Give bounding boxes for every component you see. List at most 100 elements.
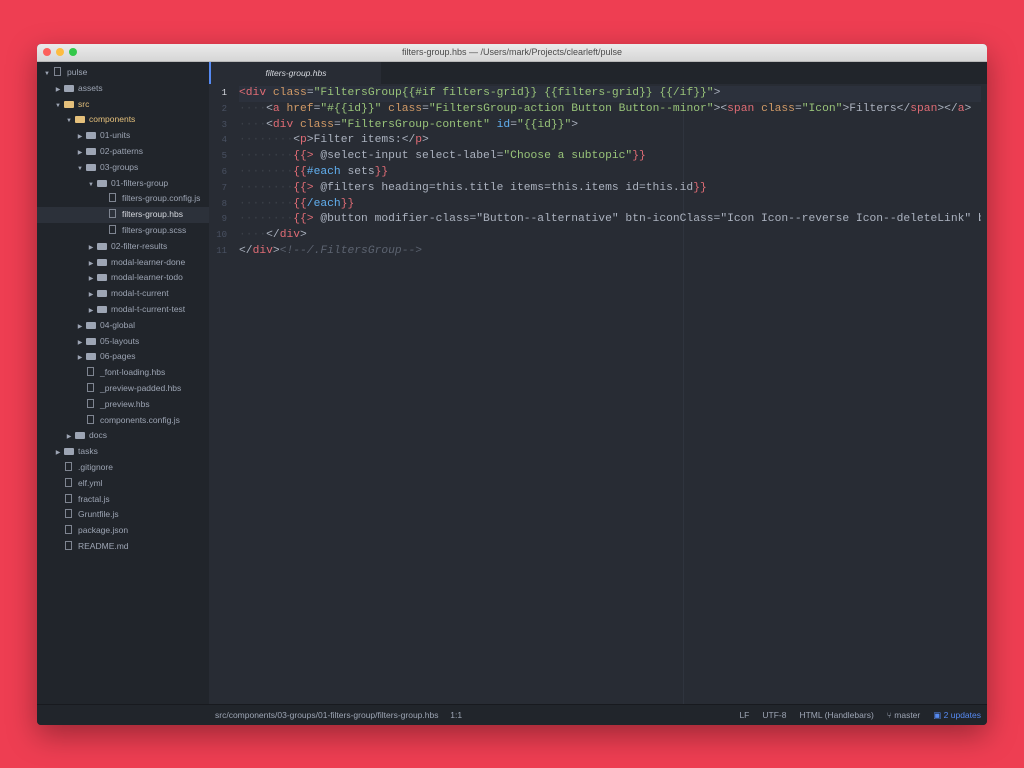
zoom-button[interactable] <box>69 48 77 56</box>
tree-folder-tasks[interactable]: ▶ tasks <box>37 444 209 460</box>
code-line[interactable]: ········{{> @button modifier-class="Butt… <box>239 212 981 228</box>
updates-button[interactable]: ▣ 2 updates <box>933 705 981 725</box>
file-icon <box>109 225 116 234</box>
line-number: 3 <box>221 119 227 130</box>
code-line[interactable]: ········{{/each}} <box>239 197 981 213</box>
tree-folder-modal-t-current[interactable]: ▶ modal-t-current <box>37 286 209 302</box>
tree-file--font-loading-hbs[interactable]: _font-loading.hbs <box>37 365 209 381</box>
tree-item-label: _font-loading.hbs <box>100 367 166 378</box>
line-number: 1 <box>221 88 227 98</box>
git-branch[interactable]: ⑂ master <box>887 705 920 725</box>
tree-item-label: 03-groups <box>100 161 139 172</box>
code-line[interactable]: ········{{> @select-input select-label="… <box>239 149 981 165</box>
folder-icon <box>75 116 85 124</box>
code-token: = <box>510 118 517 131</box>
file-path[interactable]: src/components/03-groups/01-filters-grou… <box>215 710 438 720</box>
line-number: 10 <box>216 230 227 241</box>
cursor-position[interactable]: 1:1 <box>450 710 462 720</box>
code-line[interactable]: </div><!--/.FiltersGroup--> <box>239 244 981 260</box>
code-token: div <box>279 229 301 242</box>
tree-folder-modal-learner-done[interactable]: ▶ modal-learner-done <box>37 255 209 271</box>
code-line[interactable]: ········{{#each sets}} <box>239 165 981 181</box>
tree-item-label: README.md <box>78 541 129 551</box>
tree-item-label: fractal.js <box>78 493 110 504</box>
tree-folder-05-layouts[interactable]: ▶ 05-layouts <box>37 334 209 350</box>
status-bar: src/components/03-groups/01-filters-grou… <box>37 704 987 725</box>
minimize-button[interactable] <box>56 48 64 56</box>
tree-folder-02-patterns[interactable]: ▶ 02-patterns <box>37 144 209 160</box>
code-token: div <box>272 118 294 131</box>
code-line[interactable]: ········{{> @filters heading=this.title … <box>239 181 981 197</box>
code-token: ········ <box>239 197 294 210</box>
tab-bar: filters-group.hbs <box>209 62 987 84</box>
code-token: "Choose a subtopic" <box>503 150 633 163</box>
line-number: 7 <box>221 182 227 193</box>
tree-folder-assets[interactable]: ▶ assets <box>37 81 209 97</box>
tree-file-fractal-js[interactable]: fractal.js <box>37 492 209 508</box>
tree-item-label: src <box>78 98 90 109</box>
tree-folder-01-units[interactable]: ▶ 01-units <box>37 128 209 144</box>
tree-folder-01-filters-group[interactable]: ▼ 01-filters-group <box>37 176 209 192</box>
tree-file-elf-yml[interactable]: elf.yml <box>37 476 209 492</box>
tree-folder-docs[interactable]: ▶ docs <box>37 428 209 444</box>
grammar[interactable]: HTML (Handlebars) <box>799 705 873 725</box>
tree-file--preview-hbs[interactable]: _preview.hbs <box>37 397 209 413</box>
tree-file-gruntfile-js[interactable]: Gruntfile.js <box>37 507 209 523</box>
encoding[interactable]: UTF-8 <box>762 705 786 725</box>
folder-icon <box>64 84 74 92</box>
tree-item-label: 02-filter-results <box>111 240 168 251</box>
close-button[interactable] <box>43 48 51 56</box>
tree-folder-modal-t-current-test[interactable]: ▶ modal-t-current-test <box>37 302 209 318</box>
folder-icon <box>75 432 85 440</box>
code-line[interactable]: ········<p>Filter items:</p> <box>239 133 981 149</box>
tree-file-readme-md[interactable]: README.md <box>37 539 209 555</box>
file-icon <box>87 383 94 392</box>
folder-icon <box>86 321 96 329</box>
code-token: = <box>794 102 802 115</box>
code-token: </ <box>239 244 253 257</box>
tree-folder-pulse[interactable]: ▼ pulse <box>37 65 209 81</box>
tree-folder-06-pages[interactable]: ▶ 06-pages <box>37 349 209 365</box>
tree-folder-03-groups[interactable]: ▼ 03-groups <box>37 160 209 176</box>
tree-item-label: tasks <box>78 446 98 457</box>
code-line[interactable]: ····<a href="#{{id}}" class="FiltersGrou… <box>239 102 981 118</box>
tree-folder-04-global[interactable]: ▶ 04-global <box>37 318 209 334</box>
tree-folder-src[interactable]: ▼ src <box>37 97 209 113</box>
file-icon <box>65 525 72 535</box>
file-icon <box>65 477 72 487</box>
code-area[interactable]: <div class="FiltersGroup{{#if filters-gr… <box>239 86 981 260</box>
code-token: ···· <box>239 229 267 242</box>
tree-file-filters-group-config-js[interactable]: filters-group.config.js <box>37 191 209 207</box>
code-line[interactable]: ····<div class="FiltersGroup-content" id… <box>239 118 981 134</box>
repo-icon <box>54 67 61 76</box>
code-token: {{> <box>293 213 314 226</box>
tree-item-label: docs <box>89 430 107 441</box>
line-number: 6 <box>221 166 227 177</box>
code-token: {{ <box>293 197 307 210</box>
tree-item-label: 02-patterns <box>100 146 143 156</box>
file-icon <box>65 541 72 550</box>
code-token: ········ <box>239 181 294 194</box>
line-ending[interactable]: LF <box>739 705 749 725</box>
folder-icon <box>86 148 96 155</box>
line-number: 4 <box>221 135 227 146</box>
tree-item-label: modal-learner-todo <box>111 272 183 283</box>
tree-file-components-config-js[interactable]: components.config.js <box>37 413 209 429</box>
tree-folder-modal-learner-todo[interactable]: ▶ modal-learner-todo <box>37 270 209 286</box>
code-line[interactable]: ····</div> <box>239 228 981 244</box>
code-line[interactable]: <div class="FiltersGroup{{#if filters-gr… <box>239 86 981 102</box>
tree-item-label: 01-filters-group <box>111 177 169 188</box>
branch-label: master <box>894 710 921 720</box>
tree-folder-components[interactable]: ▼ components <box>37 112 209 128</box>
code-token: div <box>252 244 273 257</box>
tree-folder-02-filter-results[interactable]: ▶ 02-filter-results <box>37 239 209 255</box>
tab-filters-group-hbs[interactable]: filters-group.hbs <box>209 62 381 84</box>
tree-file-package-json[interactable]: package.json <box>37 523 209 539</box>
tree-file--preview-padded-hbs[interactable]: _preview-padded.hbs <box>37 381 209 397</box>
tree-file-filters-group-scss[interactable]: filters-group.scss <box>37 223 209 239</box>
tree-file-filters-group-hbs[interactable]: filters-group.hbs <box>37 207 209 223</box>
tree-item-label: assets <box>78 82 103 93</box>
tree-file--gitignore[interactable]: .gitignore <box>37 460 209 476</box>
code-token: "FiltersGroup{{#if filters-grid}} {{filt… <box>313 87 714 99</box>
